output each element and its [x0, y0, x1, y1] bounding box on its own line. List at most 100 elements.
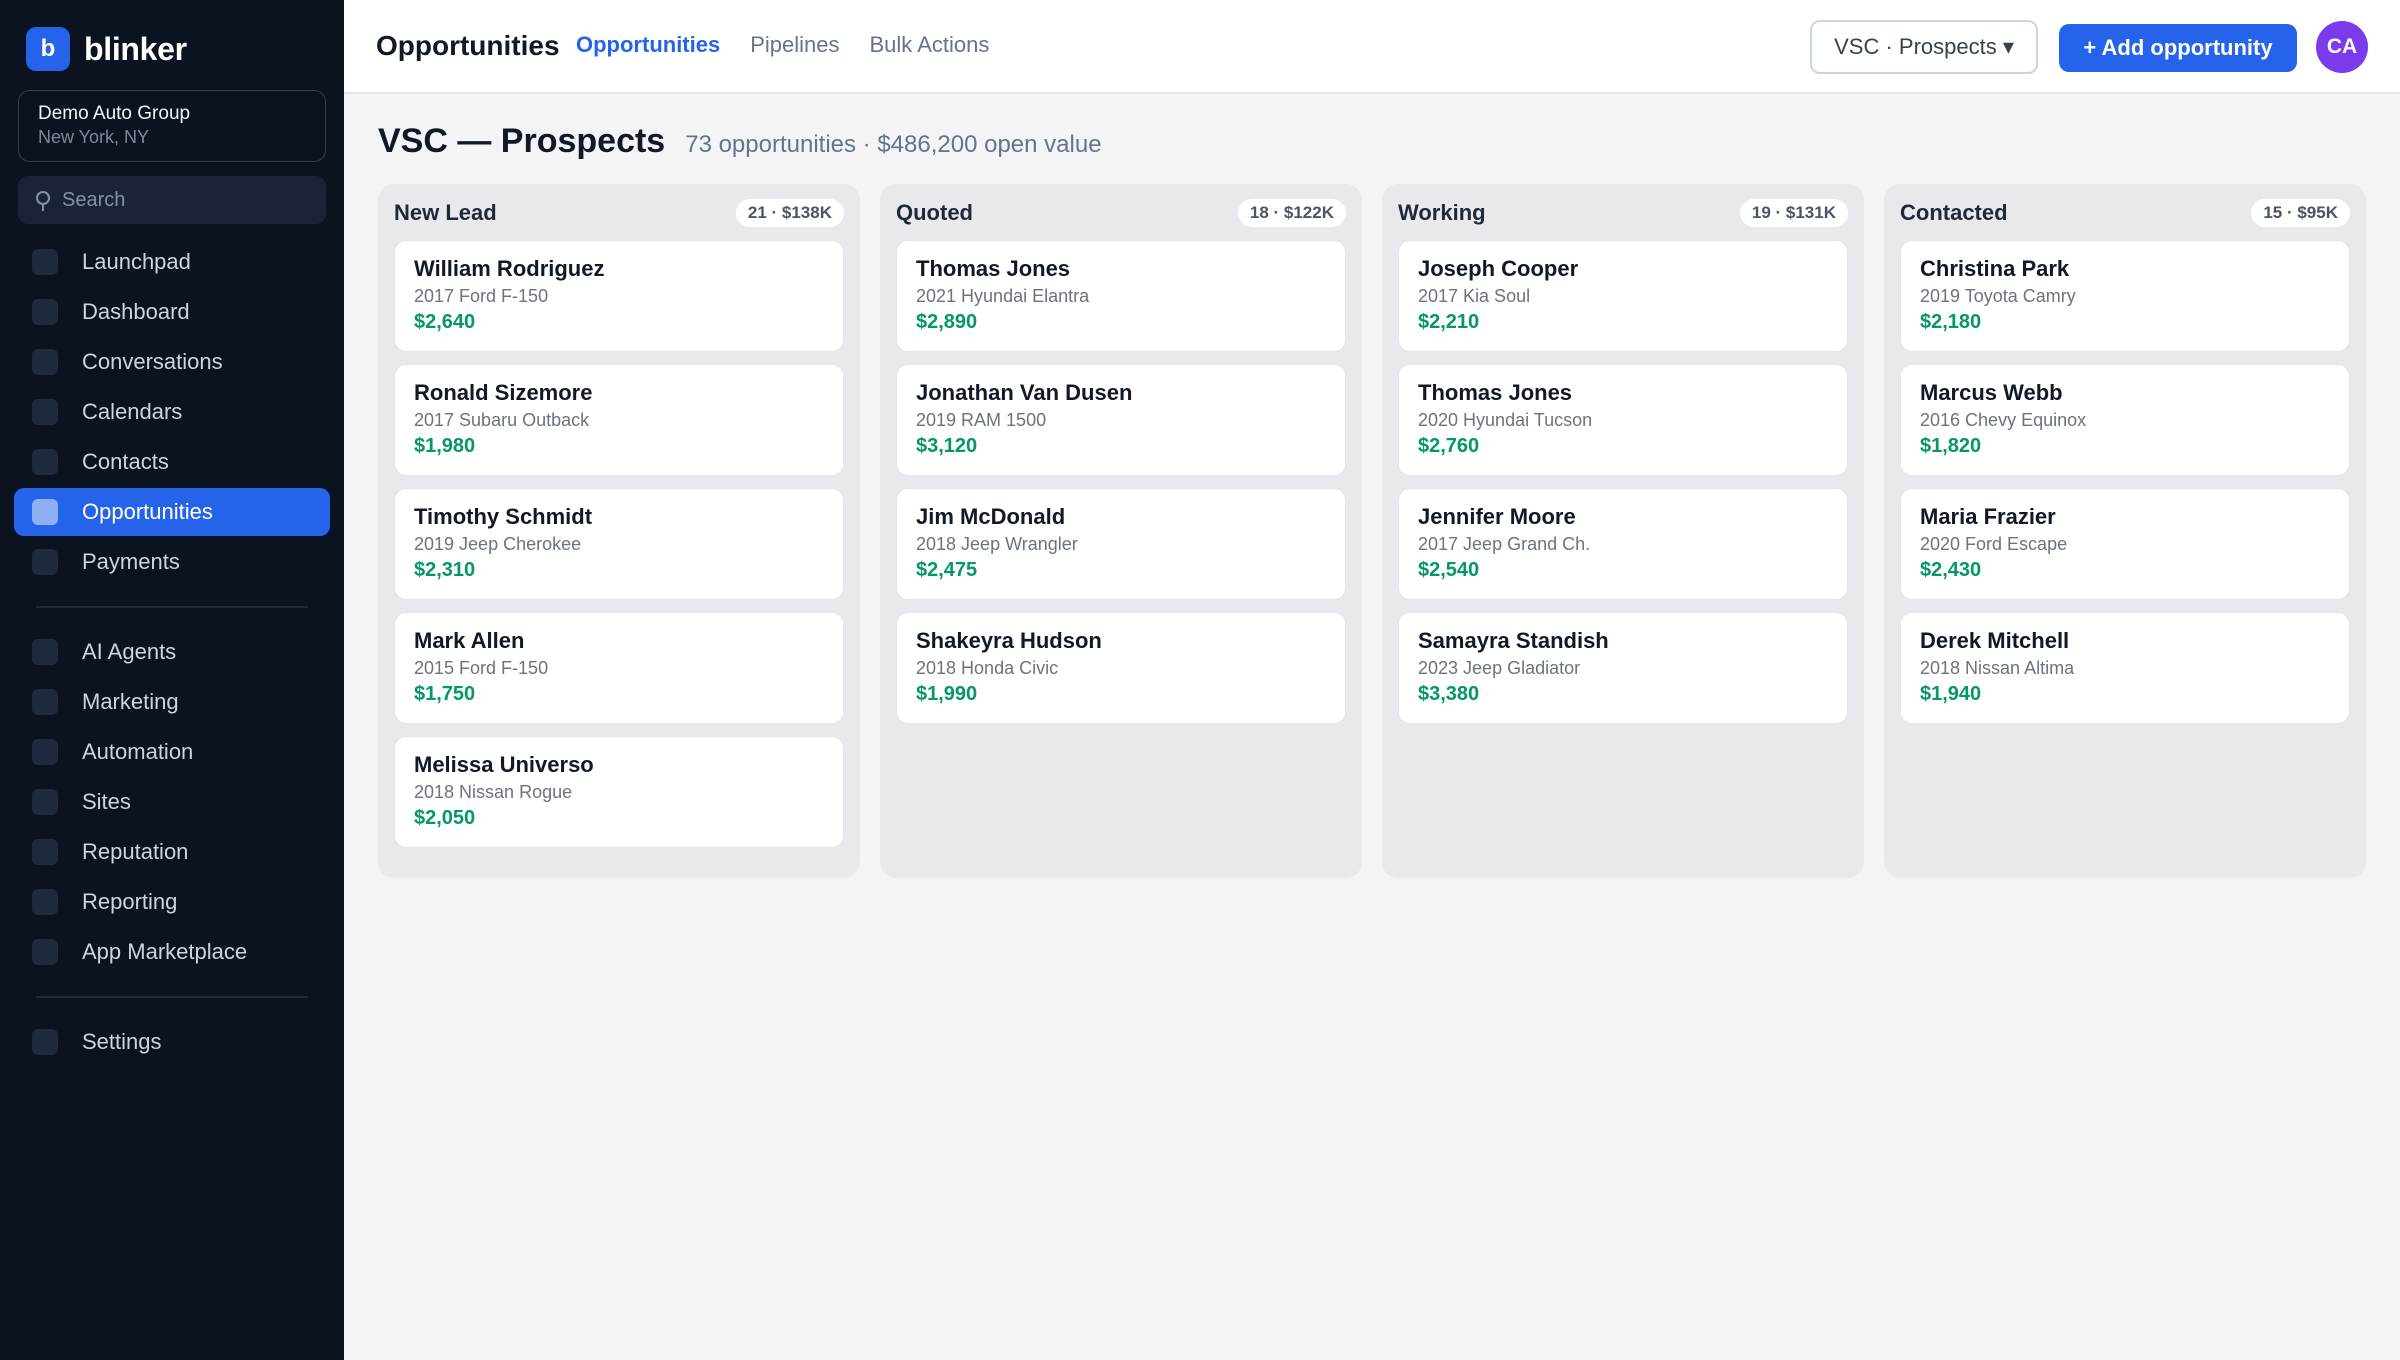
opportunity-card[interactable]: Thomas Jones 2020 Hyundai Tucson $2,760 [1398, 364, 1848, 476]
card-value: $3,120 [916, 435, 978, 457]
card-vehicle: 2018 Nissan Altima [1920, 658, 2075, 678]
card-name: Ronald Sizemore [414, 380, 593, 405]
sidebar-item-label: Dashboard [82, 299, 190, 324]
opportunity-card[interactable]: Jennifer Moore 2017 Jeep Grand Ch. $2,54… [1398, 488, 1848, 600]
card-name: Mark Allen [414, 628, 525, 653]
column-header: Working 19 · $131K [1398, 198, 1848, 228]
sidebar-item-reputation[interactable]: Reputation [14, 828, 330, 876]
card-value: $2,640 [414, 311, 476, 333]
card-vehicle: 2017 Subaru Outback [414, 410, 590, 430]
card-vehicle: 2020 Hyundai Tucson [1418, 410, 1593, 430]
card-vehicle: 2023 Jeep Gladiator [1418, 658, 1581, 678]
sidebar-item-ai-agents[interactable]: AI Agents [14, 628, 330, 676]
reputation-icon [32, 839, 58, 865]
opportunity-card[interactable]: Thomas Jones 2021 Hyundai Elantra $2,890 [896, 240, 1346, 352]
conversations-icon [32, 349, 58, 375]
card-value: $1,980 [414, 435, 476, 457]
sidebar-item-contacts[interactable]: Contacts [14, 438, 330, 486]
sidebar-item-calendars[interactable]: Calendars [14, 388, 330, 436]
column-badge: 19 · $131K [1739, 199, 1848, 227]
card-name: Joseph Cooper [1418, 256, 1579, 281]
opportunity-card[interactable]: Maria Frazier 2020 Ford Escape $2,430 [1900, 488, 2350, 600]
column-header: Contacted 15 · $95K [1900, 198, 2350, 228]
ai-agents-icon [32, 639, 58, 665]
card-name: Jim McDonald [916, 504, 1066, 529]
opportunity-card[interactable]: Christina Park 2019 Toyota Camry $2,180 [1900, 240, 2350, 352]
dashboard-icon [32, 299, 58, 325]
sidebar-item-launchpad[interactable]: Launchpad [14, 238, 330, 286]
opportunity-card[interactable]: Samayra Standish 2023 Jeep Gladiator $3,… [1398, 612, 1848, 724]
card-value: $1,750 [414, 683, 476, 705]
contacts-icon [32, 449, 58, 475]
card-value: $2,475 [916, 559, 978, 581]
card-value: $1,940 [1920, 683, 1982, 705]
card-name: Melissa Universo [414, 752, 594, 777]
sidebar-item-settings[interactable]: Settings [14, 1018, 330, 1066]
card-value: $2,760 [1418, 435, 1480, 457]
card-name: Jonathan Van Dusen [916, 380, 1133, 405]
topbar-title: Opportunities [376, 30, 560, 61]
page-header: VSC — Prospects 73 opportunities · $486,… [378, 122, 1102, 161]
card-vehicle: 2019 RAM 1500 [916, 410, 1047, 430]
search-input[interactable]: Search [18, 176, 326, 224]
add-opportunity-button[interactable]: + Add opportunity [2059, 24, 2297, 72]
opportunity-card[interactable]: Joseph Cooper 2017 Kia Soul $2,210 [1398, 240, 1848, 352]
settings-icon [32, 1029, 58, 1055]
app-marketplace-icon [32, 939, 58, 965]
card-vehicle: 2017 Ford F-150 [414, 286, 549, 306]
tab-opportunities[interactable]: Opportunities [576, 32, 720, 58]
card-value: $1,990 [916, 683, 978, 705]
sites-icon [32, 789, 58, 815]
tab-pipelines[interactable]: Pipelines [750, 32, 839, 58]
opportunity-card[interactable]: Marcus Webb 2016 Chevy Equinox $1,820 [1900, 364, 2350, 476]
card-value: $2,890 [916, 311, 978, 333]
opportunity-card[interactable]: Timothy Schmidt 2019 Jeep Cherokee $2,31… [394, 488, 844, 600]
opportunity-card[interactable]: Shakeyra Hudson 2018 Honda Civic $1,990 [896, 612, 1346, 724]
card-name: Maria Frazier [1920, 504, 2056, 529]
card-value: $2,210 [1418, 311, 1480, 333]
sidebar-item-marketing[interactable]: Marketing [14, 678, 330, 726]
brand-logo-icon: b [26, 27, 70, 71]
sidebar-item-label: Marketing [82, 689, 179, 714]
opportunity-card[interactable]: Derek Mitchell 2018 Nissan Altima $1,940 [1900, 612, 2350, 724]
brand[interactable]: b blinker [26, 26, 187, 72]
sidebar-item-label: Contacts [82, 449, 169, 474]
card-value: $2,430 [1920, 559, 1982, 581]
sidebar-item-label: Conversations [82, 349, 223, 374]
sidebar-item-label: Launchpad [82, 249, 191, 274]
sidebar-item-opportunities[interactable]: Opportunities [14, 488, 330, 536]
card-value: $1,820 [1920, 435, 1982, 457]
column-title: Contacted [1900, 200, 2008, 225]
sidebar-item-payments[interactable]: Payments [14, 538, 330, 586]
sidebar-item-automation[interactable]: Automation [14, 728, 330, 776]
column-title: New Lead [394, 200, 497, 225]
tab-bulk-actions[interactable]: Bulk Actions [870, 32, 990, 58]
sidebar-item-label: Payments [82, 549, 180, 574]
sidebar-item-sites[interactable]: Sites [14, 778, 330, 826]
sidebar-item-app-marketplace[interactable]: App Marketplace [14, 928, 330, 976]
search-placeholder: Search [62, 188, 126, 211]
column-quoted: Quoted 18 · $122K Thomas Jones 2021 Hyun… [880, 184, 1362, 878]
pipeline-select[interactable]: VSC · Prospects ▾ [1810, 20, 2038, 74]
sidebar-item-dashboard[interactable]: Dashboard [14, 288, 330, 336]
opportunity-card[interactable]: Ronald Sizemore 2017 Subaru Outback $1,9… [394, 364, 844, 476]
opportunity-card[interactable]: Mark Allen 2015 Ford F-150 $1,750 [394, 612, 844, 724]
sidebar-item-label: Sites [82, 789, 131, 814]
account-switcher[interactable]: Demo Auto Group New York, NY [18, 90, 326, 162]
sidebar-item-reporting[interactable]: Reporting [14, 878, 330, 926]
opportunity-card[interactable]: Melissa Universo 2018 Nissan Rogue $2,05… [394, 736, 844, 848]
page-subtitle: 73 opportunities · $486,200 open value [685, 131, 1102, 158]
avatar[interactable]: CA [2316, 21, 2368, 73]
opportunity-card[interactable]: Jonathan Van Dusen 2019 RAM 1500 $3,120 [896, 364, 1346, 476]
card-value: $2,180 [1920, 311, 1982, 333]
card-vehicle: 2015 Ford F-150 [414, 658, 549, 678]
sidebar-divider [36, 606, 308, 608]
page-title: VSC — Prospects [378, 122, 666, 160]
sidebar-item-label: Reporting [82, 889, 178, 914]
column-working: Working 19 · $131K Joseph Cooper 2017 Ki… [1382, 184, 1864, 878]
sidebar-item-conversations[interactable]: Conversations [14, 338, 330, 386]
column-badge: 15 · $95K [2251, 199, 2350, 227]
opportunity-card[interactable]: Jim McDonald 2018 Jeep Wrangler $2,475 [896, 488, 1346, 600]
opportunity-card[interactable]: William Rodriguez 2017 Ford F-150 $2,640 [394, 240, 844, 352]
column-badge: 18 · $122K [1237, 199, 1346, 227]
